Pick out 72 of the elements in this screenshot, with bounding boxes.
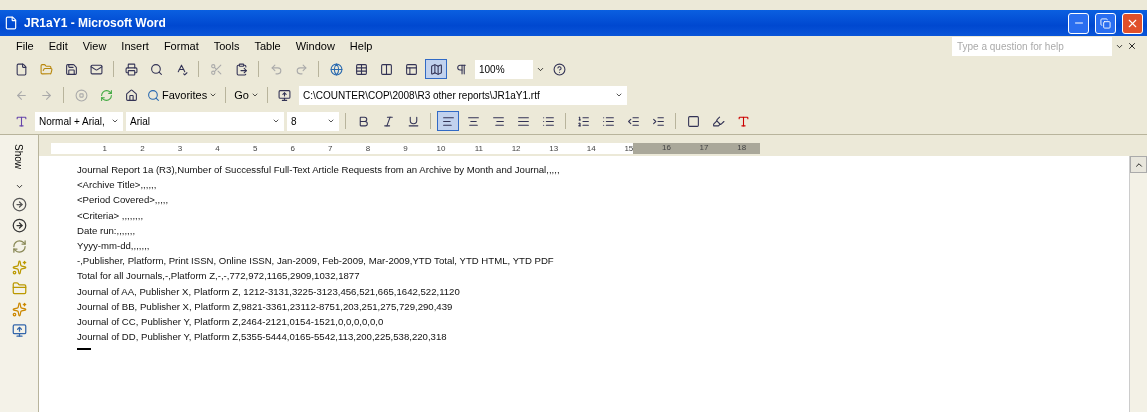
document-line: <Criteria> ,,,,,,,, <box>77 208 145 223</box>
menu-item[interactable]: Edit <box>42 38 74 54</box>
refresh-icon[interactable] <box>11 239 27 254</box>
document-line: Yyyy-mm-dd,,,,,,, <box>77 239 151 253</box>
ruler-number: 10 <box>435 144 446 153</box>
ruler-number: 14 <box>585 144 596 153</box>
ruler-number: 8 <box>364 144 371 153</box>
document-line: Date run:,,,,,,, <box>77 223 137 238</box>
style-dropdown[interactable]: Normal + Arial, <box>35 111 123 131</box>
menu-item[interactable]: Window <box>289 38 341 54</box>
ruler-number: 4 <box>214 144 220 153</box>
ruler-number: 1 <box>101 144 107 153</box>
zoom-dropdown[interactable]: 100% <box>475 59 533 79</box>
ruler-number: 16 <box>661 143 671 154</box>
menu-item[interactable]: Format <box>157 38 205 54</box>
minimize-button[interactable] <box>1068 12 1089 34</box>
menu-item[interactable]: Tools <box>207 38 246 54</box>
ruler-number: 13 <box>548 144 559 153</box>
document-line: Journal of CC, Publisher Y, Platform Z,2464-2121,0154-1521,0,0,0,0,0,0 <box>77 315 385 330</box>
ruler-number: 5 <box>251 144 258 153</box>
document-icon <box>4 16 18 30</box>
scrollbar[interactable] <box>1129 156 1147 412</box>
close-button[interactable] <box>1122 12 1143 34</box>
ruler-number: 17 <box>698 143 709 154</box>
help-search-field[interactable]: Type a question for help <box>952 36 1112 56</box>
restore-icon <box>1100 17 1111 29</box>
document-line: Journal of DD, Publisher Y, Platform Z,5355-5444,0165-5542,113,200,225,538,220,318 <box>77 330 448 345</box>
font-dropdown[interactable]: Arial <box>126 111 284 131</box>
monitor-icon[interactable] <box>11 323 27 338</box>
document-line: <Archive Title>,,,,,, <box>77 178 158 193</box>
show-button[interactable]: Show <box>13 144 25 169</box>
document-line: <Period Covered>,,,,, <box>77 193 170 208</box>
sparkle-icon[interactable] <box>11 302 27 317</box>
caret-icon <box>209 91 218 99</box>
ruler-number: 6 <box>289 144 295 153</box>
caret-icon <box>614 91 623 99</box>
menu-item[interactable]: Insert <box>115 38 155 54</box>
close-icon[interactable] <box>1127 41 1137 51</box>
menu-item[interactable]: View <box>76 38 113 54</box>
end-of-document-mark <box>77 348 91 351</box>
search-icon <box>147 88 160 102</box>
ruler-number: 15 <box>623 144 634 153</box>
ruler-number: 9 <box>402 144 408 153</box>
menu-item[interactable]: Table <box>248 38 287 54</box>
ruler-number: 3 <box>176 144 183 153</box>
caret-icon <box>250 91 259 99</box>
window-title: JR1aY1 - Microsoft Word <box>24 16 167 30</box>
caret-icon <box>272 117 280 125</box>
favorites-button[interactable]: Favorites <box>145 88 220 102</box>
arrow-circle-icon[interactable] <box>11 218 27 233</box>
ruler-number: 7 <box>327 144 333 153</box>
go-button[interactable]: Go <box>232 89 261 101</box>
restore-button[interactable] <box>1095 12 1116 34</box>
ruler-number: 11 <box>473 144 483 153</box>
caret-icon <box>14 182 24 191</box>
ruler-number: 2 <box>139 144 145 153</box>
menu-item[interactable]: Help <box>343 38 379 54</box>
arrow-circle-icon[interactable] <box>11 197 27 212</box>
align-left-icon[interactable] <box>437 111 459 131</box>
font-size-dropdown[interactable]: 8 <box>287 111 339 131</box>
caret-icon <box>111 117 119 125</box>
document-line: Journal of BB, Publisher X, Platform Z,9821-3361,23112-8751,203,251,275,729,290,439 <box>77 299 454 314</box>
ruler-number: 18 <box>736 143 747 154</box>
ruler-number: 12 <box>510 144 521 153</box>
document-line: Journal of AA, Publisher X, Platform Z, 1212-3131,3225-3123,456,521,665,1642,522,1120 <box>77 284 461 299</box>
address-field[interactable]: C:\COUNTER\COP\2008\R3 other reports\JR1aY1.rtf <box>298 85 627 105</box>
document-line: Journal Report 1a (R3),Number of Successful Full-Text Article Requests from an Archive by Month and Journal,,,,, <box>77 163 561 177</box>
document-map-icon[interactable] <box>425 59 447 79</box>
menu-item[interactable]: File <box>10 38 40 54</box>
document-line: Total for all Journals,-,Platform Z,-,-,772,972,1165,2909,1032,1877 <box>77 269 361 284</box>
caret-icon <box>327 117 335 125</box>
document-line: -,Publisher, Platform, Print ISSN, Online ISSN, Jan-2009, Feb-2009, Mar-2009,YTD Total, YTD HTML, YTD PDF <box>77 254 555 269</box>
